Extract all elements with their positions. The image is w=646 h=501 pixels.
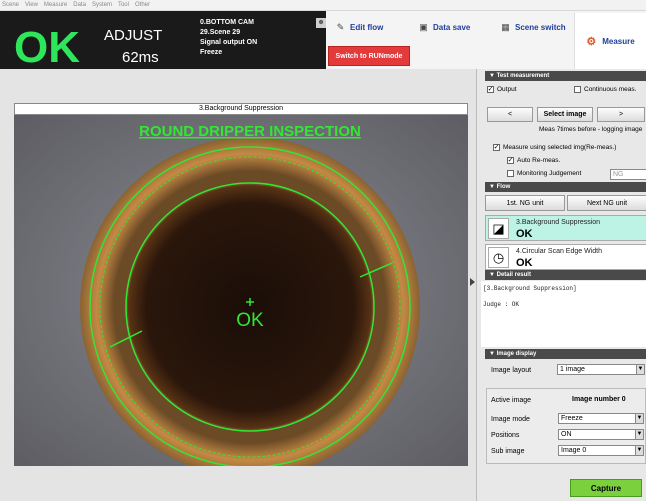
menu-bar: Scene View Measure Data System Tool Othe… bbox=[0, 0, 646, 11]
menu-scene[interactable]: Scene bbox=[2, 2, 19, 8]
scene-switch-label: Scene switch bbox=[515, 23, 566, 32]
monitoring-judgement-select[interactable]: NG bbox=[610, 169, 646, 180]
next-ng-unit-button[interactable]: Next NG unit bbox=[567, 195, 646, 211]
sub-image-value: Image 0 bbox=[561, 447, 587, 454]
measure-selected-checkbox[interactable]: ✓ Measure using selected img(Re-meas.) bbox=[493, 144, 616, 151]
continuous-meas-checkbox[interactable]: Continuous meas. bbox=[574, 86, 636, 93]
output-checkbox[interactable]: ✓ Output bbox=[487, 86, 517, 93]
monitoring-label: Monitoring Judgement bbox=[517, 170, 582, 177]
active-image-value: Image number 0 bbox=[572, 396, 626, 403]
auto-remeas-checkbox[interactable]: ✓ Auto Re-meas. bbox=[507, 157, 560, 164]
menu-tool[interactable]: Tool bbox=[118, 2, 129, 8]
image-mode-status: Freeze bbox=[200, 49, 223, 56]
capture-button[interactable]: Capture bbox=[570, 479, 642, 497]
data-save-label: Data save bbox=[433, 23, 471, 32]
image-mode-value: Freeze bbox=[561, 415, 583, 422]
output-label: Output bbox=[497, 86, 517, 93]
image-mode-select[interactable]: Freeze ▼ bbox=[558, 413, 644, 424]
flow-item[interactable]: ◷ 4.Circular Scan Edge Width OK bbox=[485, 244, 646, 270]
image-window-title: 3.Background Suppression bbox=[14, 103, 468, 115]
positions-label: Positions bbox=[491, 432, 520, 439]
image-layout-label: Image layout bbox=[491, 367, 532, 374]
first-ng-unit-button[interactable]: 1st. NG unit bbox=[485, 195, 565, 211]
flow-item-result: OK bbox=[516, 257, 533, 269]
flow-item-name: 4.Circular Scan Edge Width bbox=[516, 248, 602, 255]
sub-image-label: Sub image bbox=[491, 448, 525, 455]
detail-result-text: [3.Background Suppression] Judge : OK bbox=[481, 281, 646, 347]
measure-label: Measure bbox=[602, 36, 635, 46]
camera-name: 0.BOTTOM CAM bbox=[200, 19, 254, 26]
edit-flow-button[interactable]: ✎ Edit flow bbox=[335, 22, 384, 33]
switch-to-run-mode-button[interactable]: Switch to RUNmode bbox=[328, 46, 410, 66]
image-mode-label: Image mode bbox=[491, 416, 530, 423]
menu-data[interactable]: Data bbox=[73, 2, 86, 8]
chevron-down-icon: ▼ bbox=[636, 365, 644, 374]
image-layout-value: 1 image bbox=[560, 366, 585, 373]
chevron-down-icon: ▼ bbox=[635, 446, 643, 455]
detail-line: Judge : OK bbox=[483, 301, 520, 308]
user-icon[interactable]: ☻ bbox=[316, 18, 326, 28]
select-image-button[interactable]: Select image bbox=[537, 107, 593, 122]
edit-flow-icon: ✎ bbox=[336, 22, 345, 32]
flow-header[interactable]: Flow bbox=[485, 182, 646, 192]
image-display-header[interactable]: Image display bbox=[485, 349, 646, 359]
flow-item-result: OK bbox=[516, 228, 533, 240]
measure-selected-label: Measure using selected img(Re-meas.) bbox=[503, 144, 617, 151]
scene-name: 29.Scene 29 bbox=[200, 29, 241, 36]
background-suppression-icon: ◪ bbox=[488, 218, 509, 239]
scene-switch-icon: ▦ bbox=[501, 22, 510, 32]
detail-result-header[interactable]: Detail result bbox=[485, 270, 646, 280]
monitoring-judgement-checkbox[interactable]: Monitoring Judgement bbox=[507, 170, 581, 177]
app-window: Scene View Measure Data System Tool Othe… bbox=[0, 0, 646, 501]
circular-scan-icon: ◷ bbox=[488, 247, 509, 268]
active-image-label: Active image bbox=[491, 397, 532, 404]
detail-line: [3.Background Suppression] bbox=[483, 285, 577, 292]
logging-info: Meas 7times before - logging image bbox=[539, 126, 643, 133]
processing-time: 62ms bbox=[122, 49, 159, 66]
menu-other[interactable]: Other bbox=[135, 2, 150, 8]
measure-selected-check-icon: ✓ bbox=[493, 144, 500, 151]
chevron-down-icon: ▼ bbox=[635, 430, 643, 439]
operation-mode: ADJUST bbox=[104, 27, 163, 44]
scene-switch-button[interactable]: ▦ Scene switch bbox=[500, 22, 566, 33]
overlay-result: OK bbox=[236, 310, 264, 331]
continuous-label: Continuous meas. bbox=[584, 86, 637, 93]
flow-item[interactable]: ◪ 3.Background Suppression OK bbox=[485, 215, 646, 241]
overall-judgement: OK bbox=[14, 23, 80, 72]
data-save-button[interactable]: ▣ Data save bbox=[418, 22, 470, 33]
flow-item-name: 3.Background Suppression bbox=[516, 219, 601, 226]
detail-line bbox=[483, 293, 644, 301]
status-panel: OK ADJUST 62ms 0.BOTTOM CAM 29.Scene 29 … bbox=[0, 11, 326, 72]
overlay-title: ROUND DRIPPER INSPECTION bbox=[139, 123, 361, 140]
chevron-down-icon: ▼ bbox=[635, 414, 643, 423]
image-layout-select[interactable]: 1 image ▼ bbox=[557, 364, 645, 375]
dripper-hole bbox=[128, 185, 372, 429]
auto-remeas-label: Auto Re-meas. bbox=[517, 157, 561, 164]
continuous-check-icon bbox=[574, 86, 581, 93]
edit-flow-label: Edit flow bbox=[350, 23, 384, 32]
sub-image-select[interactable]: Image 0 ▼ bbox=[558, 445, 644, 456]
menu-system[interactable]: System bbox=[92, 2, 112, 8]
floppy-disk-icon: ▣ bbox=[419, 22, 428, 32]
camera-image-view[interactable]: ROUND DRIPPER INSPECTION OK bbox=[14, 115, 468, 466]
positions-value: ON bbox=[561, 431, 572, 438]
auto-remeas-check-icon: ✓ bbox=[507, 157, 514, 164]
prev-image-button[interactable]: < bbox=[487, 107, 533, 122]
monitoring-value: NG bbox=[613, 171, 624, 178]
signal-output-status: Signal output ON bbox=[200, 39, 258, 46]
positions-select[interactable]: ON ▼ bbox=[558, 429, 644, 440]
output-check-icon: ✓ bbox=[487, 86, 494, 93]
monitoring-check-icon bbox=[507, 170, 514, 177]
menu-measure[interactable]: Measure bbox=[44, 2, 67, 8]
menu-view[interactable]: View bbox=[25, 2, 38, 8]
measure-gear-icon: ⚙ bbox=[586, 35, 597, 48]
measure-button[interactable]: ⚙ Measure bbox=[574, 13, 646, 69]
camera-image: ROUND DRIPPER INSPECTION OK bbox=[14, 115, 468, 466]
mouse-pointer-icon bbox=[470, 278, 475, 286]
next-image-button[interactable]: > bbox=[597, 107, 645, 122]
test-measurement-header[interactable]: Test measurement bbox=[485, 71, 646, 81]
